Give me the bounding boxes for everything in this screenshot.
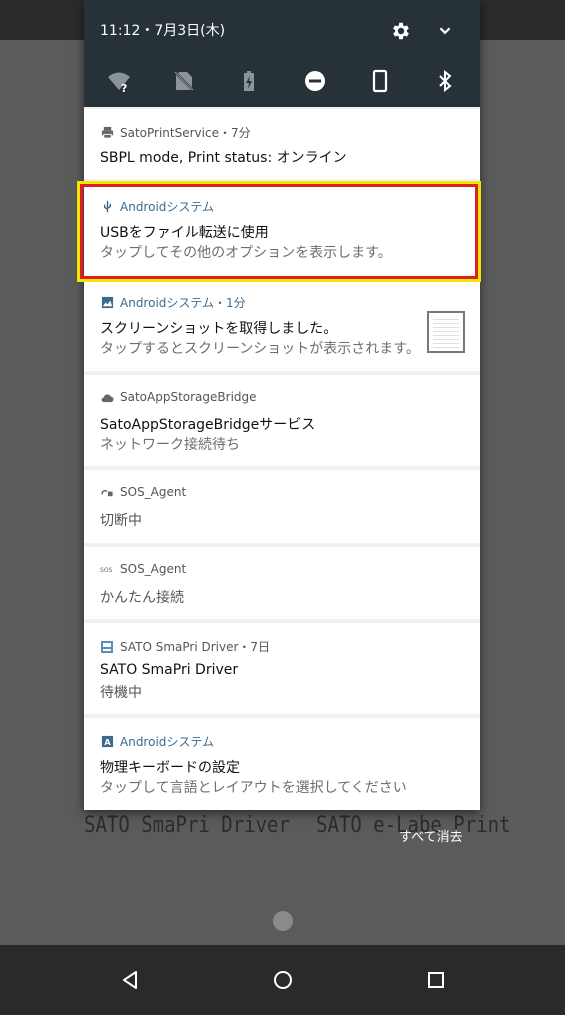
notification-app-line: SATO SmaPri Driver・7日 xyxy=(100,638,270,655)
notification-title: SBPL mode, Print status: オンライン xyxy=(100,150,347,166)
svg-text:?: ? xyxy=(121,82,127,94)
notification-text: かんたん接続 xyxy=(100,590,184,606)
notification-app-name: SatoPrintService・7分 xyxy=(120,126,251,140)
printer-app-icon xyxy=(100,640,114,654)
link-icon xyxy=(100,485,114,499)
notification-title: SATO SmaPri Driver xyxy=(100,662,239,678)
no-sim-icon[interactable] xyxy=(171,68,197,94)
notification-app-line: SOS SOS_Agent xyxy=(100,562,186,576)
notification-app-line: A Androidシステム xyxy=(100,733,214,750)
screenshot-thumbnail xyxy=(427,311,465,353)
navigation-bar xyxy=(0,945,565,1015)
back-icon[interactable] xyxy=(112,962,148,998)
notification-app-line: Androidシステム・1分 xyxy=(100,294,246,311)
notification-satoappstoragebridge[interactable]: SatoAppStorageBridge SatoAppStorageBridg… xyxy=(84,375,480,466)
notification-sos-agent-easy-connect[interactable]: SOS SOS_Agent かんたん接続 xyxy=(84,547,480,619)
wifi-unknown-icon[interactable]: ? xyxy=(106,68,132,94)
notification-app-name: SATO SmaPri Driver・7日 xyxy=(120,640,271,654)
notification-text: 待機中 xyxy=(100,685,142,701)
notification-title: SatoAppStorageBridgeサービス xyxy=(100,417,316,433)
do-not-disturb-icon[interactable] xyxy=(302,68,328,94)
screen-rotation-icon[interactable] xyxy=(367,68,393,94)
notification-screenshot[interactable]: Androidシステム・1分 スクリーンショットを取得しました。 タップするとス… xyxy=(84,279,480,371)
notification-title: 物理キーボードの設定 xyxy=(100,760,240,776)
notification-text: タップするとスクリーンショットが表示されます。 xyxy=(100,341,420,357)
home-app-label-smapri: SATO SmaPri Driver xyxy=(84,812,290,838)
image-icon xyxy=(100,296,114,310)
home-icon[interactable] xyxy=(265,962,301,998)
notification-app-name: SatoAppStorageBridge xyxy=(120,390,257,404)
sos-icon: SOS xyxy=(100,562,114,576)
notification-shade: 11:12・7月3日(木) ? SatoPrintService・7分 SBPL… xyxy=(84,0,480,810)
printer-icon xyxy=(100,126,114,140)
svg-text:SOS: SOS xyxy=(100,567,113,574)
notification-text: 切断中 xyxy=(100,513,142,529)
notification-physical-keyboard[interactable]: A Androidシステム 物理キーボードの設定 タップして言語とレイアウトを選… xyxy=(84,718,480,810)
notification-app-name: Androidシステム xyxy=(120,735,215,749)
notification-app-name: SOS_Agent xyxy=(120,562,187,576)
notification-title: スクリーンショットを取得しました。 xyxy=(100,321,338,337)
clear-all-button[interactable]: すべて消去 xyxy=(399,826,463,845)
settings-gear-icon[interactable] xyxy=(390,20,412,42)
cloud-icon xyxy=(100,390,114,404)
time-date: 11:12・7月3日(木) xyxy=(100,23,226,39)
highlight-outline-inner xyxy=(80,184,478,279)
notification-app-line: SatoAppStorageBridge xyxy=(100,390,257,404)
recent-apps-icon[interactable] xyxy=(418,962,454,998)
notification-sos-agent-disconnected[interactable]: SOS_Agent 切断中 xyxy=(84,470,480,543)
notification-text: タップして言語とレイアウトを選択してください xyxy=(100,780,407,796)
battery-charging-icon[interactable] xyxy=(236,68,262,94)
notification-app-name: SOS_Agent xyxy=(120,485,187,499)
bluetooth-icon[interactable] xyxy=(432,68,458,94)
svg-text:A: A xyxy=(104,737,111,747)
quick-settings-header: 11:12・7月3日(木) ? xyxy=(84,0,480,107)
notification-app-line: SatoPrintService・7分 xyxy=(100,124,251,141)
notification-app-line: SOS_Agent xyxy=(100,485,186,499)
notification-satoprintservice[interactable]: SatoPrintService・7分 SBPL mode, Print sta… xyxy=(84,109,480,179)
notification-text: ネットワーク接続待ち xyxy=(100,437,240,453)
expand-chevron-icon[interactable] xyxy=(434,20,456,42)
notification-sato-smapri-driver[interactable]: SATO SmaPri Driver・7日 SATO SmaPri Driver… xyxy=(84,623,480,714)
notification-app-name: Androidシステム・1分 xyxy=(120,296,246,310)
page-indicator xyxy=(273,911,293,931)
keyboard-icon: A xyxy=(100,735,114,749)
